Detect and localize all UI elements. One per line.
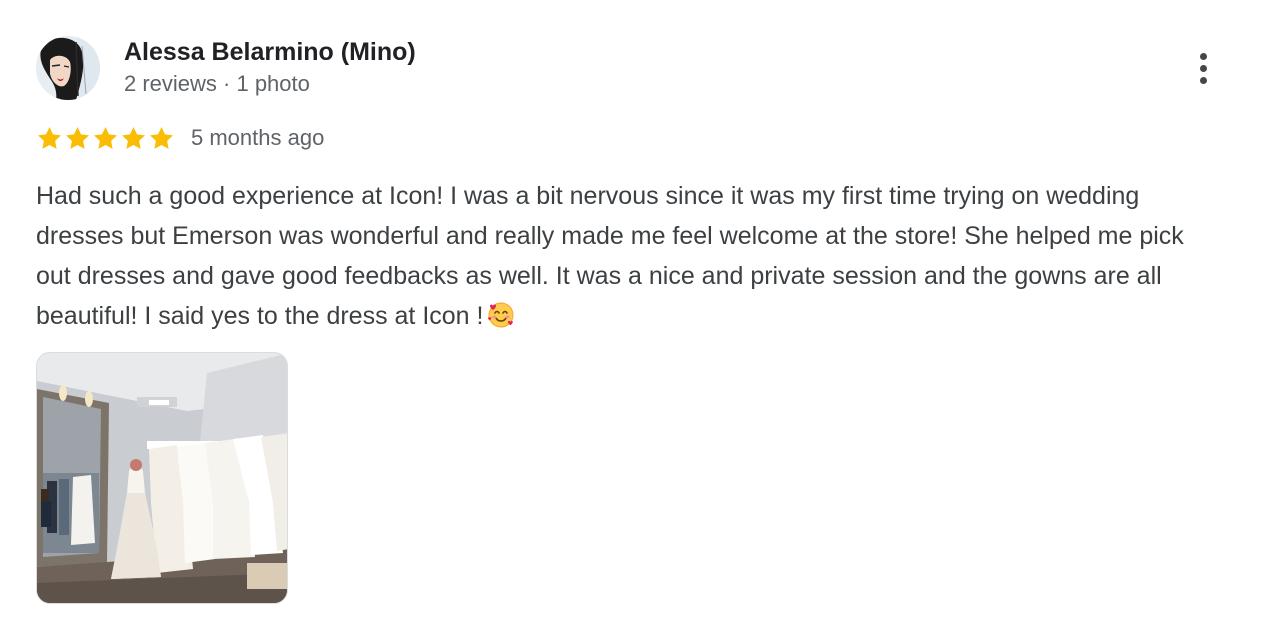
reviewer-avatar[interactable]: [36, 36, 100, 100]
rating-row: 5 months ago: [36, 122, 324, 154]
star-rating: [36, 125, 175, 152]
star-icon: [64, 125, 91, 152]
reviewer-stats: 2 reviews · 1 photo: [124, 71, 310, 96]
more-vertical-icon: [1199, 52, 1207, 60]
reviewer-name[interactable]: Alessa Belarmino (Mino): [124, 38, 416, 67]
more-options-button[interactable]: [1184, 46, 1222, 90]
star-icon: [36, 125, 63, 152]
smiling-face-with-hearts-icon: [487, 301, 515, 341]
more-vertical-icon-dot: [1199, 64, 1207, 72]
star-icon: [120, 125, 147, 152]
review-body: Had such a good experience at Icon! I wa…: [36, 176, 1216, 341]
star-icon: [92, 125, 119, 152]
avatar-illustration: [36, 36, 100, 100]
star-icon: [148, 125, 175, 152]
review-card: Alessa Belarmino (Mino) 2 reviews · 1 ph…: [0, 0, 1274, 618]
more-vertical-icon-dot: [1199, 76, 1207, 84]
review-text: Had such a good experience at Icon! I wa…: [36, 182, 1184, 330]
bridal-shop-photo: [37, 353, 287, 603]
review-date: 5 months ago: [191, 125, 325, 150]
review-photo[interactable]: [36, 352, 288, 604]
